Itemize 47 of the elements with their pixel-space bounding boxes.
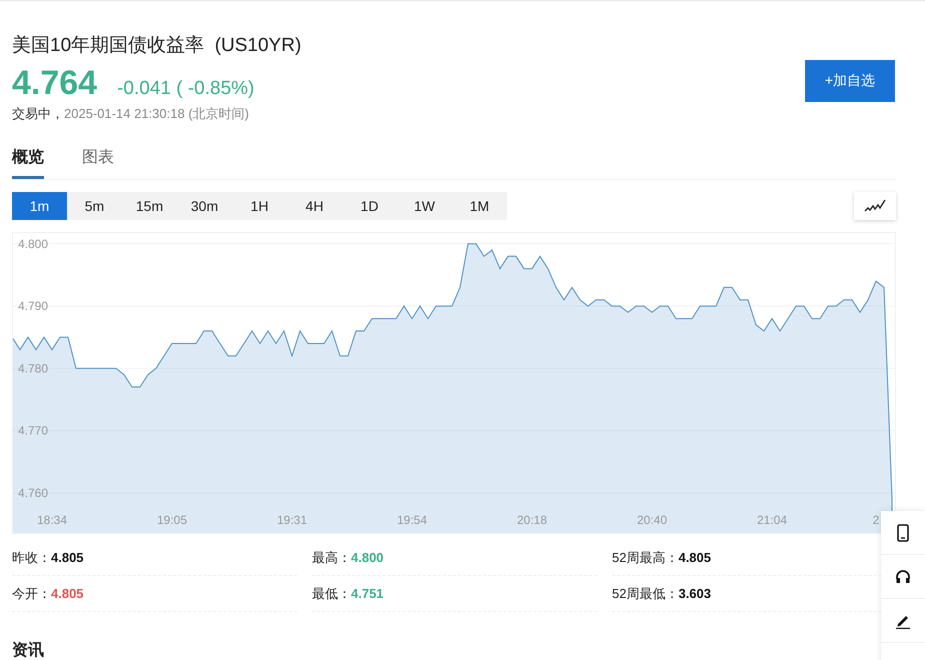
period-tab[interactable]: 4H [287, 192, 342, 220]
headset-icon [895, 568, 911, 584]
stat-label: 52周最低： [612, 584, 678, 602]
y-axis-label: 4.770 [18, 424, 48, 438]
tab[interactable]: 概览 [12, 147, 44, 179]
stat-value: 4.751 [351, 586, 384, 601]
chart-type-button[interactable] [854, 192, 896, 220]
tab[interactable]: 图表 [82, 147, 114, 179]
stat-label: 昨收： [12, 548, 51, 566]
x-axis-label: 20:18 [516, 513, 548, 527]
period-tab[interactable]: 15m [122, 192, 177, 220]
stat-label: 最低： [312, 584, 351, 602]
x-axis-label: 19:05 [156, 513, 188, 527]
x-axis-label: 21:04 [756, 513, 788, 527]
stat-value: 4.805 [678, 550, 712, 565]
stat-label: 52周最高： [612, 548, 678, 566]
x-axis-label: 19:31 [276, 513, 308, 527]
price-value: 4.764 [12, 64, 98, 103]
line-chart-icon [864, 199, 886, 213]
y-axis-label: 4.780 [18, 361, 48, 376]
x-axis-label: 18:34 [36, 513, 68, 527]
stat-value: 4.805 [51, 586, 84, 601]
x-axis-label: 2 [872, 513, 880, 527]
period-tab[interactable]: 5m [67, 192, 122, 220]
y-axis-label: 4.800 [18, 236, 48, 251]
price-change: -0.041 ( -0.85%) [117, 78, 254, 100]
period-tab[interactable]: 1W [397, 192, 452, 220]
y-axis-label: 4.760 [18, 486, 48, 500]
period-tab[interactable]: 1m [12, 192, 67, 220]
x-axis-label: 19:54 [396, 513, 428, 527]
period-tab[interactable]: 1H [232, 192, 287, 220]
section-heading: 资讯 [12, 640, 45, 660]
phone-icon [897, 524, 909, 542]
stat-value: 4.800 [351, 550, 384, 565]
y-axis-label: 4.790 [18, 299, 48, 314]
stat-value: 3.603 [678, 586, 712, 601]
stat-label: 今开： [12, 584, 51, 602]
page-title: 美国10年期国债收益率 (US10YR) [12, 34, 302, 58]
period-tab[interactable]: 30m [177, 192, 232, 220]
add-watchlist-button[interactable]: +加自选 [805, 60, 895, 102]
x-axis-label: 20:40 [636, 513, 668, 527]
period-tab[interactable]: 1D [342, 192, 397, 220]
stat-value: 4.805 [51, 550, 84, 565]
period-tab[interactable]: 1M [452, 192, 507, 220]
stat-label: 最高： [312, 548, 351, 566]
trading-status: 交易中， [12, 105, 64, 123]
timestamp: 2025-01-14 21:30:18 (北京时间) [64, 105, 249, 123]
